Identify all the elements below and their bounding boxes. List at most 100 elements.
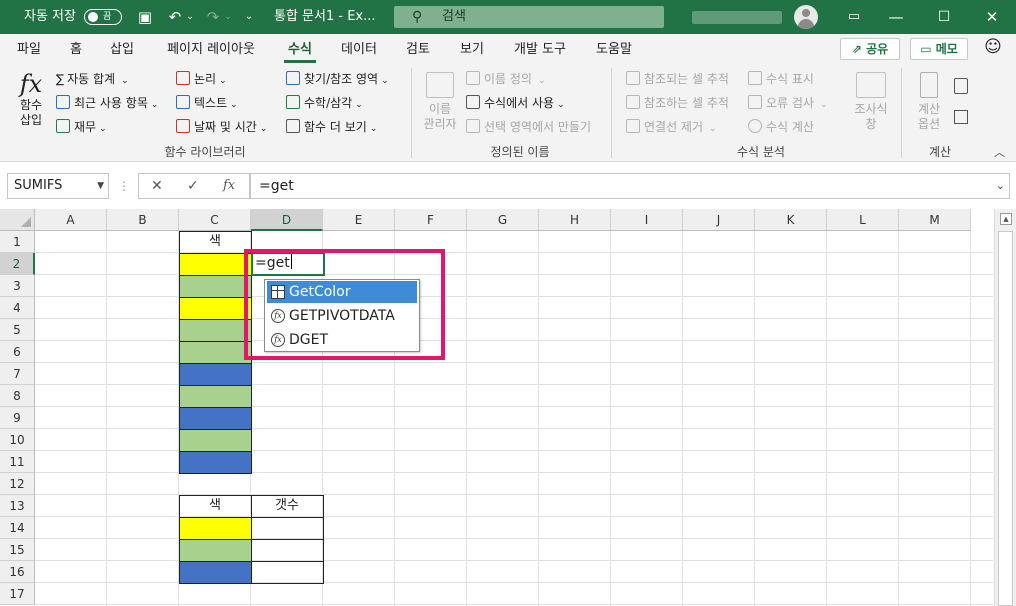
customize-toolbar-icon[interactable]: ⌄: [242, 0, 256, 34]
undo-icon[interactable]: ↶: [164, 0, 186, 34]
tab-developer[interactable]: 개발 도구: [508, 39, 572, 61]
error-checking-button[interactable]: 오류 검사 ⌄: [748, 93, 828, 113]
column-header-c[interactable]: C: [179, 209, 251, 231]
tab-view[interactable]: 보기: [454, 39, 490, 61]
row-header-5[interactable]: 5: [0, 319, 35, 341]
close-icon[interactable]: ✕: [982, 0, 1002, 34]
column-header-h[interactable]: H: [539, 209, 611, 231]
column-header-g[interactable]: G: [467, 209, 539, 231]
financial-button[interactable]: 재무 ⌄: [56, 117, 107, 137]
text-button[interactable]: 텍스트 ⌄: [176, 93, 238, 113]
search-box[interactable]: ⚲ 검색: [394, 6, 664, 28]
cell-c16[interactable]: [179, 561, 252, 584]
vertical-scrollbar[interactable]: ▲: [994, 209, 1016, 606]
row-header-14[interactable]: 14: [0, 517, 35, 539]
worksheet-grid[interactable]: A B C D E F G H I J K L M 1 2 3 4 5 6 7 …: [0, 209, 1016, 606]
math-trig-button[interactable]: 수학/삼각 ⌄: [286, 93, 363, 113]
row-header-15[interactable]: 15: [0, 539, 35, 561]
logical-button[interactable]: 논리 ⌄: [176, 69, 227, 89]
remove-arrows-button[interactable]: 연결선 제거 ⌄: [626, 117, 717, 137]
row-header-6[interactable]: 6: [0, 341, 35, 363]
enter-icon[interactable]: ✓: [187, 174, 199, 198]
show-formulas-button[interactable]: 수식 표시: [748, 69, 814, 89]
autosave-toggle[interactable]: 끔: [84, 9, 122, 25]
select-all-button[interactable]: [0, 209, 35, 231]
trace-dependents-button[interactable]: 참조하는 셀 추적: [626, 93, 729, 113]
tab-formulas[interactable]: 수식: [282, 39, 318, 63]
tab-home[interactable]: 홈: [62, 39, 90, 61]
cell-c14[interactable]: [179, 517, 252, 540]
name-box[interactable]: SUMIFS ▼: [7, 173, 109, 199]
tab-help[interactable]: 도움말: [590, 39, 638, 61]
cell-c3[interactable]: [179, 275, 252, 298]
row-header-10[interactable]: 10: [0, 429, 35, 451]
avatar[interactable]: [794, 5, 818, 29]
tab-data[interactable]: 데이터: [336, 39, 382, 61]
recently-used-button[interactable]: 최근 사용 항목 ⌄: [56, 93, 158, 113]
lookup-reference-button[interactable]: 찾기/참조 영역 ⌄: [286, 69, 389, 89]
cell-c9[interactable]: [179, 407, 252, 430]
insert-function-icon[interactable]: fx: [223, 174, 235, 198]
row-header-2[interactable]: 2: [0, 253, 35, 275]
define-name-button[interactable]: 이름 정의 ⌄: [466, 69, 546, 89]
row-header-4[interactable]: 4: [0, 297, 35, 319]
row-header-16[interactable]: 16: [0, 561, 35, 583]
share-button[interactable]: ⇗ 공유: [840, 38, 900, 60]
tab-page-layout[interactable]: 페이지 레이아웃: [160, 39, 262, 61]
tab-review[interactable]: 검토: [400, 39, 436, 61]
tab-insert[interactable]: 삽입: [104, 39, 140, 61]
save-icon[interactable]: ▣: [134, 0, 156, 34]
cell-c8[interactable]: [179, 385, 252, 408]
scroll-thumb[interactable]: [998, 231, 1013, 606]
cell-c5[interactable]: [179, 319, 252, 342]
row-header-9[interactable]: 9: [0, 407, 35, 429]
calculation-options-button[interactable]: 계산 옵션: [906, 72, 952, 132]
tab-file[interactable]: 파일: [12, 39, 46, 61]
name-manager-button[interactable]: 이름 관리자: [418, 72, 462, 132]
cell-d13[interactable]: 갯수: [251, 495, 323, 517]
more-functions-button[interactable]: 함수 더 보기 ⌄: [286, 117, 377, 137]
cell-d14[interactable]: [251, 517, 324, 540]
cell-c7[interactable]: [179, 363, 252, 386]
column-header-l[interactable]: L: [827, 209, 899, 231]
use-in-formula-button[interactable]: 수식에서 사용 ⌄: [466, 93, 565, 113]
undo-dropdown-icon[interactable]: ⌄: [184, 0, 196, 34]
formula-bar-splitter[interactable]: ⋮: [118, 177, 130, 195]
row-header-12[interactable]: 12: [0, 473, 35, 495]
column-header-k[interactable]: K: [755, 209, 827, 231]
feedback-smiley-icon[interactable]: ☺: [982, 36, 1004, 58]
cell-d16[interactable]: [251, 561, 324, 584]
cell-c1[interactable]: 색: [179, 231, 251, 253]
create-from-selection-button[interactable]: 선택 영역에서 만들기: [466, 117, 591, 137]
column-header-m[interactable]: M: [899, 209, 971, 231]
column-header-f[interactable]: F: [395, 209, 467, 231]
row-header-17[interactable]: 17: [0, 583, 35, 605]
column-header-b[interactable]: B: [107, 209, 179, 231]
ribbon-display-options-icon[interactable]: ▭: [844, 0, 864, 34]
row-header-1[interactable]: 1: [0, 231, 35, 253]
column-header-d[interactable]: D: [251, 209, 323, 231]
calculate-now-icon[interactable]: [954, 78, 968, 94]
row-header-3[interactable]: 3: [0, 275, 35, 297]
minimize-icon[interactable]: —: [886, 0, 906, 34]
scroll-up-icon[interactable]: ▲: [1000, 213, 1012, 225]
cancel-icon[interactable]: ✕: [151, 174, 163, 198]
row-header-8[interactable]: 8: [0, 385, 35, 407]
cell-c15[interactable]: [179, 539, 252, 562]
row-header-7[interactable]: 7: [0, 363, 35, 385]
cell-c2[interactable]: [179, 253, 252, 276]
cell-d15[interactable]: [251, 539, 324, 562]
trace-precedents-button[interactable]: 참조되는 셀 추적: [626, 69, 729, 89]
column-header-e[interactable]: E: [323, 209, 395, 231]
cell-c6[interactable]: [179, 341, 252, 364]
evaluate-formula-button[interactable]: 수식 계산: [748, 117, 814, 137]
insert-function-button[interactable]: fx 함수 삽입: [10, 70, 52, 128]
column-header-a[interactable]: A: [35, 209, 107, 231]
row-header-13[interactable]: 13: [0, 495, 35, 517]
calculate-sheet-icon[interactable]: [954, 110, 968, 124]
comments-button[interactable]: ▭ 메모: [910, 38, 968, 60]
cell-c11[interactable]: [179, 451, 252, 474]
cell-c13[interactable]: 색: [179, 495, 251, 517]
cell-c10[interactable]: [179, 429, 252, 452]
collapse-ribbon-icon[interactable]: ︿: [994, 144, 1005, 160]
